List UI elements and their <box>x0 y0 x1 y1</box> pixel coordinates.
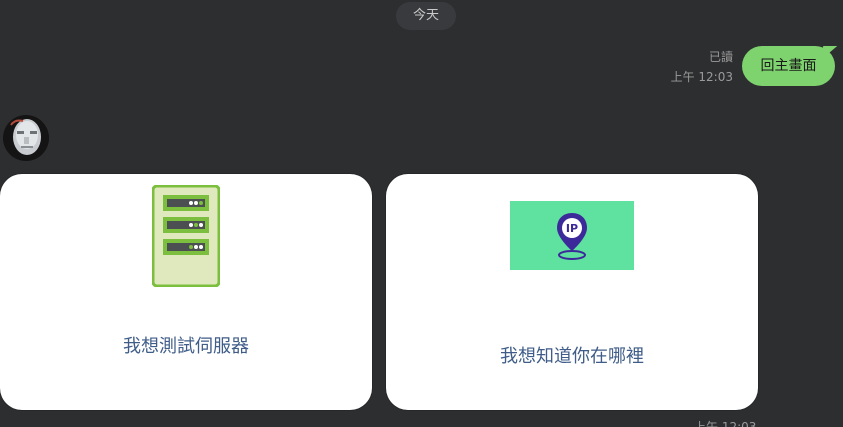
outgoing-message-bubble[interactable]: 回主畫面 <box>742 46 835 86</box>
server-icon <box>152 185 220 287</box>
avatar[interactable] <box>3 115 49 161</box>
location-card[interactable]: IP 我想知道你在哪裡 <box>386 174 758 410</box>
read-status: 已讀 <box>708 50 733 64</box>
svg-text:IP: IP <box>566 222 578 235</box>
chat-view: 今天 已讀 上午 12:03 回主畫面 我想測試伺服器 IP 我想知道你在哪裡 … <box>0 0 843 427</box>
robot-face-icon <box>3 115 49 161</box>
card-label: 我想知道你在哪裡 <box>500 346 644 367</box>
incoming-time: 上午 12:03 <box>694 420 757 427</box>
server-test-card[interactable]: 我想測試伺服器 <box>0 174 372 410</box>
card-label: 我想測試伺服器 <box>123 336 249 357</box>
ip-location-icon: IP <box>557 213 587 260</box>
date-separator: 今天 <box>396 2 456 30</box>
ip-banner: IP <box>510 201 634 270</box>
outgoing-time: 上午 12:03 <box>670 70 733 84</box>
